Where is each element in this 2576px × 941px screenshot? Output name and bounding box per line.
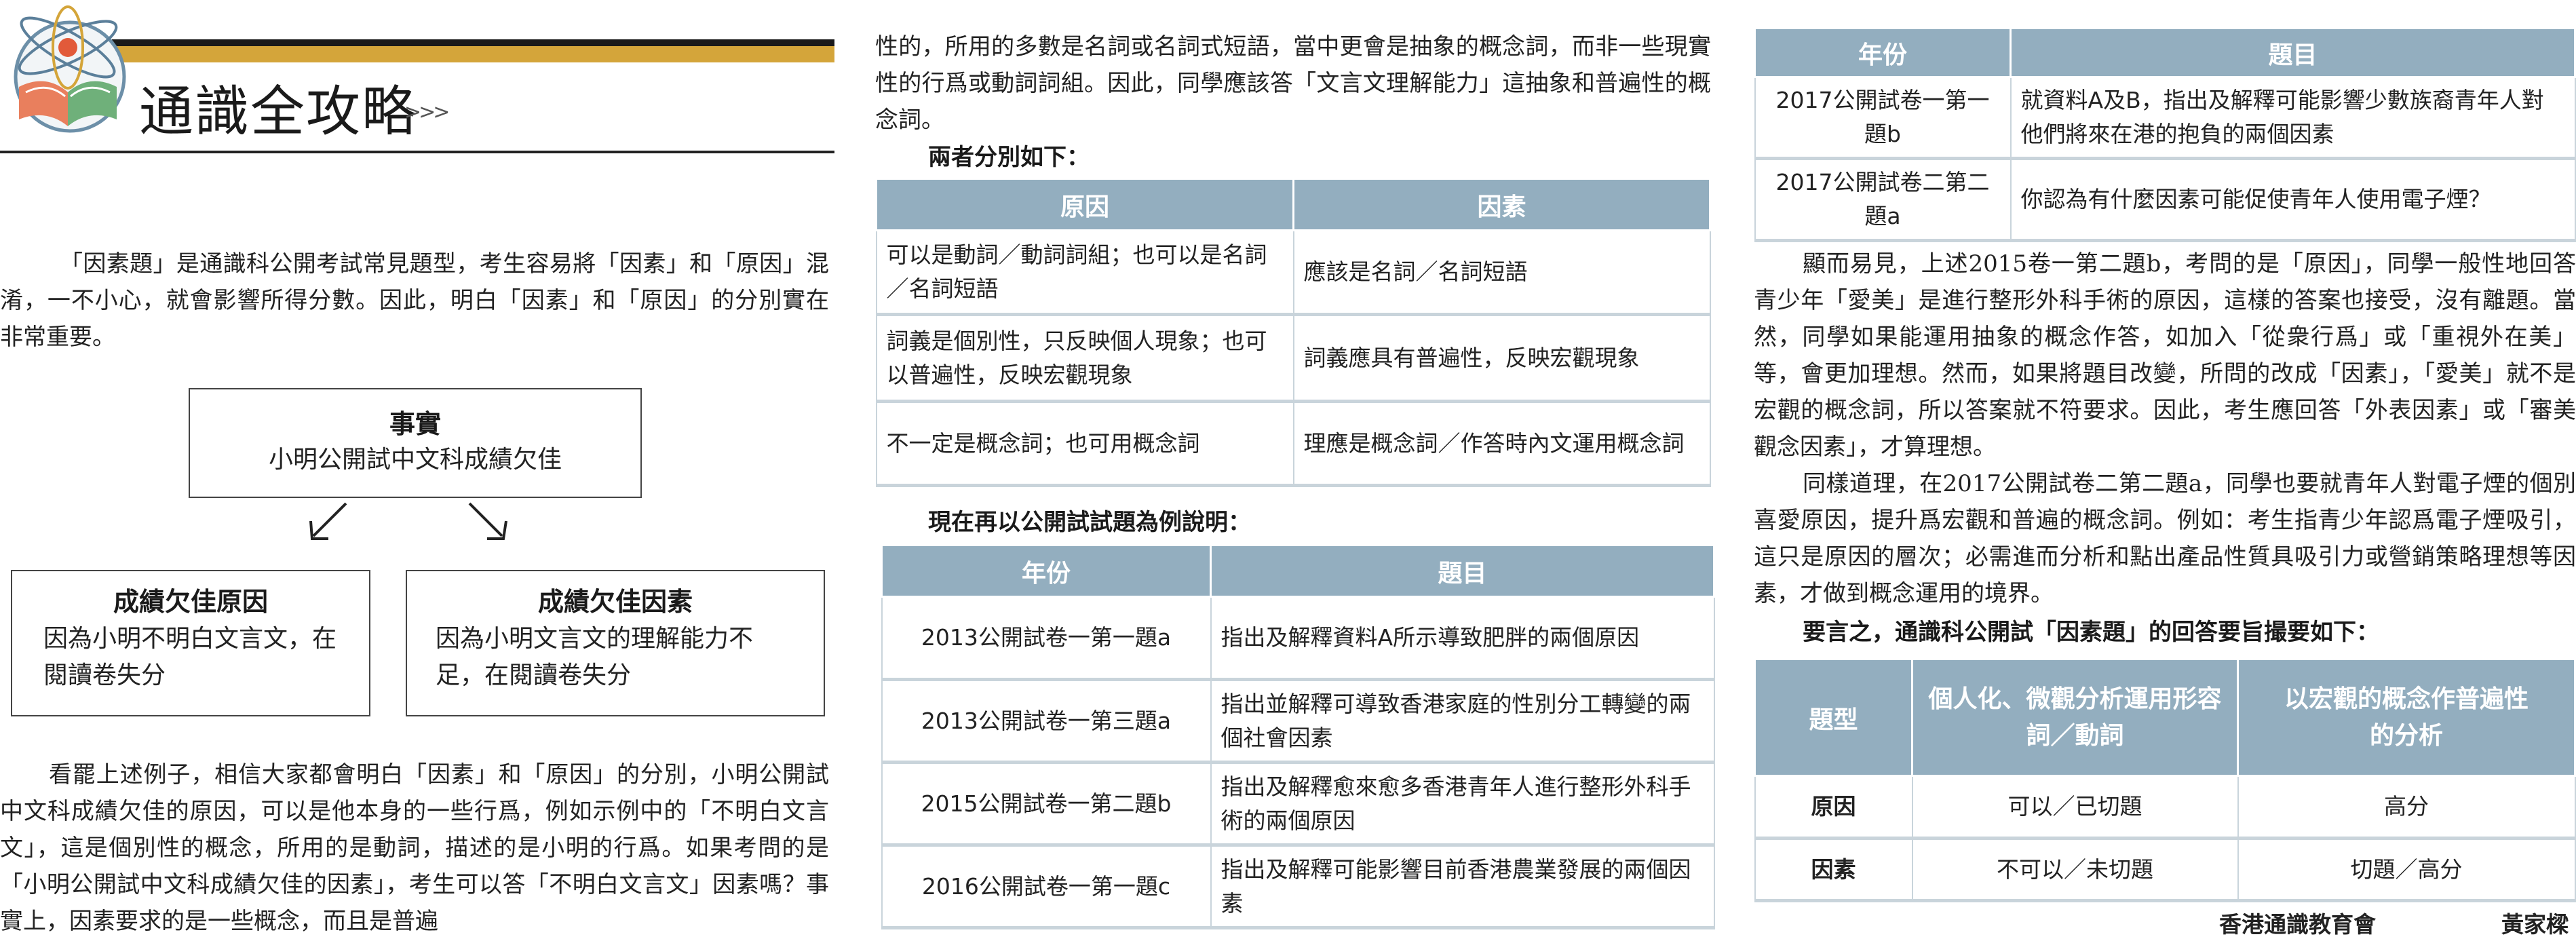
table-cell: 原因 bbox=[1754, 775, 1913, 840]
table-cell: 理應是概念詞／作答時內文運用概念詞 bbox=[1292, 400, 1711, 487]
exam-questions-table-continued: 年份 題目 2017公開試卷一第一題b 就資料A及B，指出及解釋可能影響少數族裔… bbox=[1754, 27, 2576, 242]
analysis-paragraph-1: 顯而易見，上述2015卷一第二題b，考問的是「原因」，同學一般性地回答青少年「愛… bbox=[1754, 250, 2576, 461]
fact-title: 事實 bbox=[389, 409, 441, 439]
exam-questions-table: 年份 題目 2013公開試卷一第一題a 指出及解釋資料A所示導致肥胖的兩個原因 … bbox=[881, 544, 1715, 929]
table-cell: 2013公開試卷一第三題a bbox=[881, 678, 1212, 764]
continued-paragraph: 性的，所用的多數是名詞或名詞式短語，當中更會是抽象的概念詞，而非一些現實性的行爲… bbox=[875, 33, 1711, 134]
table-cell: 指出及解釋資料A所示導致肥胖的兩個原因 bbox=[1210, 596, 1715, 681]
factor-box: 成績欠佳因素 因為小明文言文的理解能力不足，在閱讀卷失分 bbox=[406, 570, 825, 716]
table-row: 原因 可以／已切題 高分 bbox=[1754, 775, 2576, 840]
summary-table: 題型 個人化、微觀分析運用形容詞／動詞 以宏觀的概念作普遍性的分析 原因 可以／… bbox=[1754, 658, 2576, 902]
reason-factor-table: 原因 因素 可以是動詞／動詞詞組；也可以是名詞／名詞短語 應該是名詞／名詞短語 … bbox=[875, 178, 1711, 487]
reason-title: 成績欠佳原因 bbox=[113, 587, 268, 617]
table-cell: 不可以／未切題 bbox=[1911, 837, 2239, 902]
table-cell: 指出並解釋可導致香港家庭的性別分工轉變的兩個社會因素 bbox=[1210, 678, 1715, 764]
table-cell: 詞義是個別性，只反映個人現象；也可以普遍性，反映宏觀現象 bbox=[875, 313, 1294, 403]
table-row: 2017公開試卷一第一題b 就資料A及B，指出及解釋可能影響少數族裔青年人對他們… bbox=[1754, 76, 2576, 160]
table-cell: 指出及解釋可能影響目前香港農業發展的兩個因素 bbox=[1210, 844, 1715, 929]
factor-title: 成績欠佳因素 bbox=[537, 587, 693, 617]
fact-body: 小明公開試中文科成績欠佳 bbox=[268, 446, 562, 474]
reason-body: 因為小明不明白文言文，在閱讀卷失分 bbox=[43, 625, 337, 689]
header-rule bbox=[0, 151, 834, 153]
table-cell: 指出及解釋愈來愈多香港青年人進行整形外科手術的兩個原因 bbox=[1210, 761, 1715, 847]
table-cell: 不一定是概念詞；也可用概念詞 bbox=[875, 400, 1294, 487]
table-row: 2017公開試卷二第二題a 你認為有什麼因素可能促使青年人使用電子煙？ bbox=[1754, 157, 2576, 242]
table-cell: 2016公開試卷一第一題c bbox=[881, 844, 1212, 929]
table-cell: 你認為有什麼因素可能促使青年人使用電子煙？ bbox=[2010, 157, 2576, 242]
header-bar bbox=[112, 39, 834, 62]
table-header: 個人化、微觀分析運用形容詞／動詞 bbox=[1911, 658, 2239, 777]
arrow-down-right-icon bbox=[468, 502, 507, 540]
table-row: 2016公開試卷一第一題c 指出及解釋可能影響目前香港農業發展的兩個因素 bbox=[881, 844, 1715, 929]
table-cell: 高分 bbox=[2237, 775, 2576, 840]
page-title: 通識全攻略 bbox=[139, 80, 417, 143]
table-cell: 2017公開試卷一第一題b bbox=[1754, 76, 2012, 160]
table-header: 年份 bbox=[881, 544, 1212, 598]
reason-box: 成績欠佳原因 因為小明不明白文言文，在閱讀卷失分 bbox=[11, 570, 370, 716]
intro-paragraph: 「因素題」是通識科公開考試常見題型，考生容易將「因素」和「原因」混淆，一不小心，… bbox=[0, 250, 829, 351]
atom-book-logo-icon bbox=[14, 5, 126, 133]
table-header: 因素 bbox=[1292, 178, 1711, 231]
table-cell: 因素 bbox=[1754, 837, 1913, 902]
table-header: 年份 bbox=[1754, 27, 2012, 78]
table-header: 原因 bbox=[875, 178, 1294, 231]
table-header: 題目 bbox=[1210, 544, 1715, 598]
example-paragraph: 看罷上述例子，相信大家都會明白「因素」和「原因」的分別，小明公開試中文科成績欠佳… bbox=[0, 761, 829, 935]
table-row: 因素 不可以／未切題 切題／高分 bbox=[1754, 837, 2576, 902]
table-cell: 2017公開試卷二第二題a bbox=[1754, 157, 2012, 242]
arrow-down-left-icon bbox=[309, 502, 347, 540]
table-row: 可以是動詞／動詞詞組；也可以是名詞／名詞短語 應該是名詞／名詞短語 bbox=[875, 229, 1711, 316]
table-header: 題型 bbox=[1754, 658, 1913, 777]
title-arrows-icon: >>> bbox=[404, 100, 450, 124]
table-cell: 2015公開試卷一第二題b bbox=[881, 761, 1212, 847]
summary-subheading: 要言之，通識科公開試「因素題」的回答要旨撮要如下： bbox=[1803, 619, 2379, 646]
table-row: 2013公開試卷一第三題a 指出並解釋可導致香港家庭的性別分工轉變的兩個社會因素 bbox=[881, 678, 1715, 764]
analysis-paragraph-2: 同樣道理，在2017公開試卷二第二題a，同學也要就青年人對電子煙的個別喜愛原因，… bbox=[1754, 470, 2576, 607]
difference-subheading: 兩者分別如下： bbox=[928, 144, 1090, 171]
table-cell: 2013公開試卷一第一題a bbox=[881, 596, 1212, 681]
table-cell: 可以／已切題 bbox=[1911, 775, 2239, 840]
author-organization: 香港通識教育會 bbox=[2219, 911, 2376, 938]
exam-example-subheading: 現在再以公開試試題為例說明： bbox=[928, 509, 1251, 536]
author-name: 黃家樑 bbox=[2501, 911, 2569, 938]
table-cell: 詞義應具有普遍性，反映宏觀現象 bbox=[1292, 313, 1711, 403]
table-cell: 切題／高分 bbox=[2237, 837, 2576, 902]
table-cell: 可以是動詞／動詞詞組；也可以是名詞／名詞短語 bbox=[875, 229, 1294, 316]
table-row: 不一定是概念詞；也可用概念詞 理應是概念詞／作答時內文運用概念詞 bbox=[875, 400, 1711, 487]
table-row: 2013公開試卷一第一題a 指出及解釋資料A所示導致肥胖的兩個原因 bbox=[881, 596, 1715, 681]
table-row: 2015公開試卷一第二題b 指出及解釋愈來愈多香港青年人進行整形外科手術的兩個原… bbox=[881, 761, 1715, 847]
factor-body: 因為小明文言文的理解能力不足，在閱讀卷失分 bbox=[436, 625, 754, 689]
table-cell: 就資料A及B，指出及解釋可能影響少數族裔青年人對他們將來在港的抱負的兩個因素 bbox=[2010, 76, 2576, 160]
table-cell: 應該是名詞／名詞短語 bbox=[1292, 229, 1711, 316]
fact-box: 事實 小明公開試中文科成績欠佳 bbox=[189, 388, 642, 498]
table-header: 以宏觀的概念作普遍性的分析 bbox=[2237, 658, 2576, 777]
table-row: 詞義是個別性，只反映個人現象；也可以普遍性，反映宏觀現象 詞義應具有普遍性，反映… bbox=[875, 313, 1711, 403]
table-header: 題目 bbox=[2010, 27, 2576, 78]
